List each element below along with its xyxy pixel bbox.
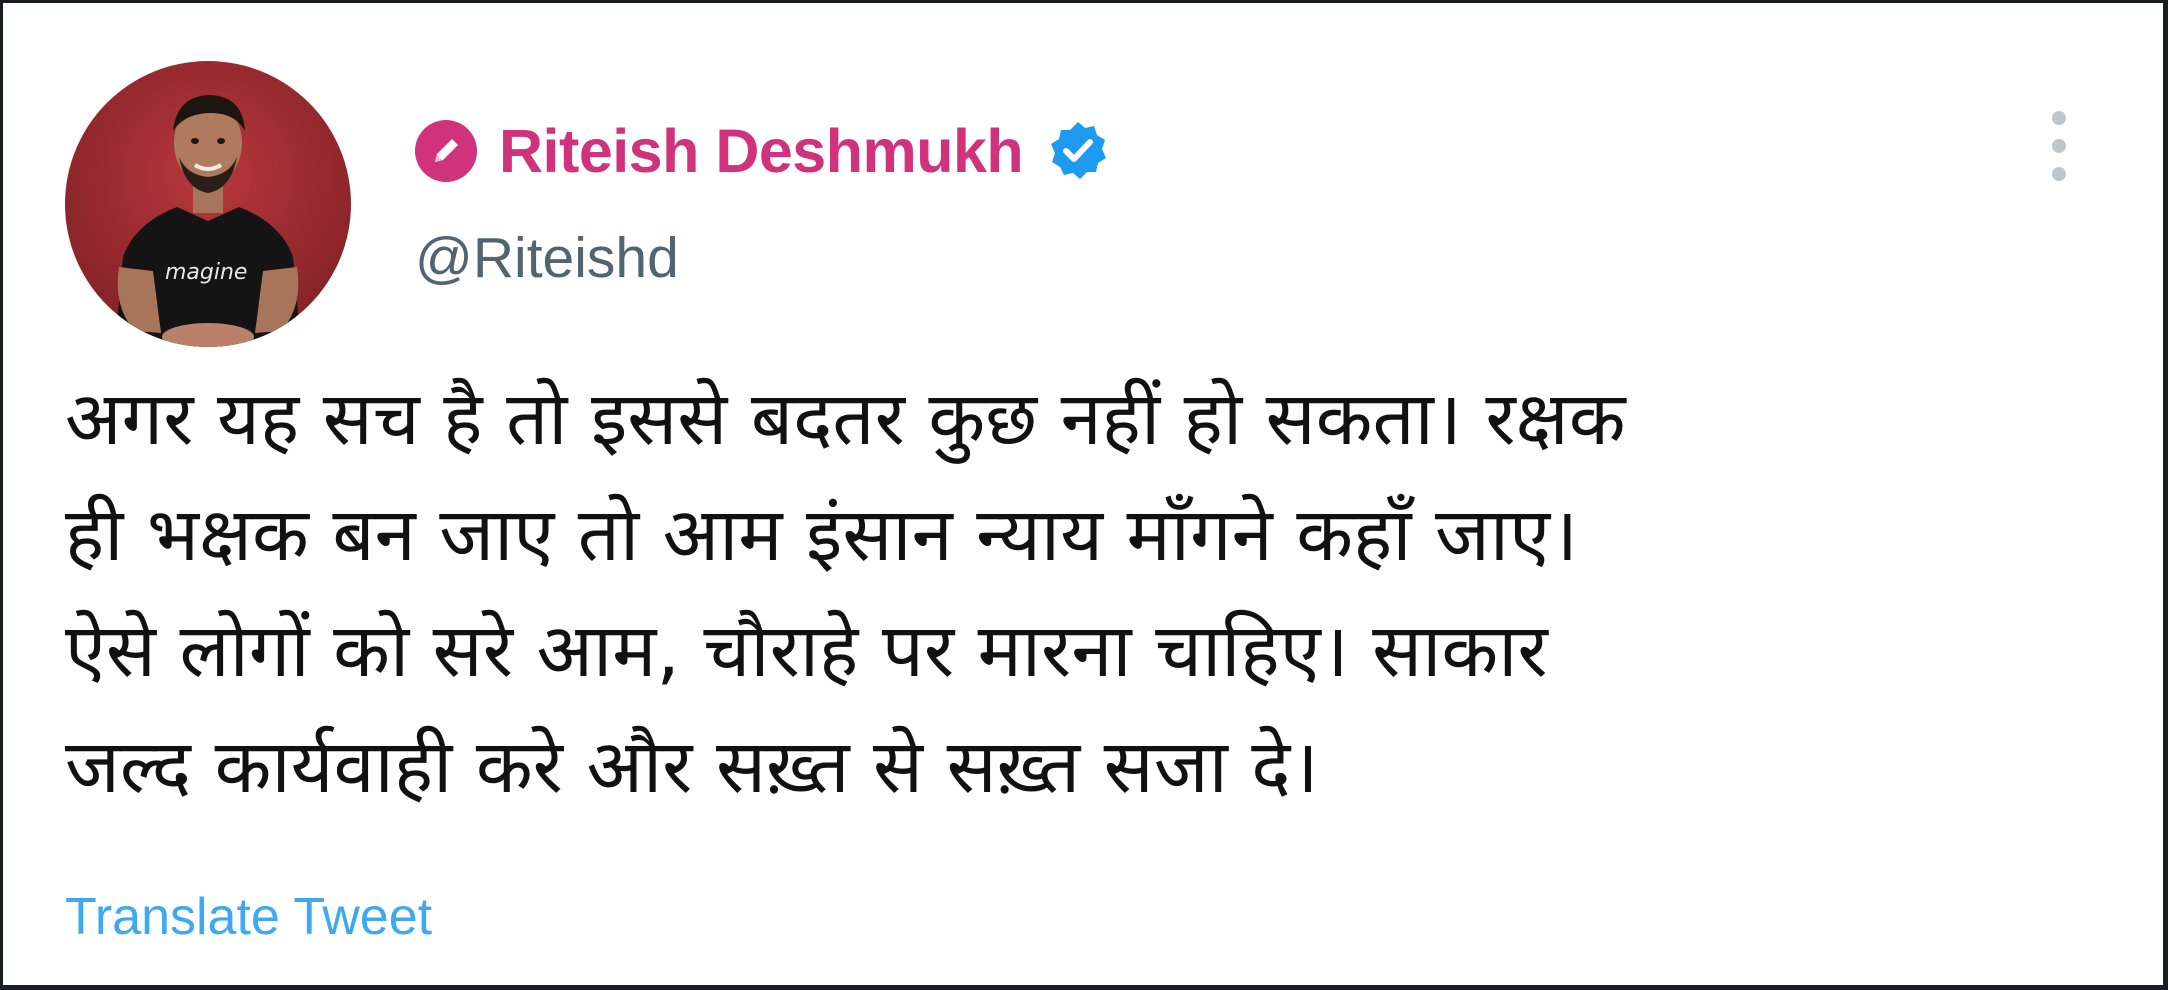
tweet-text-line: ऐसे लोगों को सरे आम, चौराहे पर मारना चाह…	[65, 608, 1548, 694]
tweet-text: अगर यह सच है तो इससे बदतर कुछ नहीं हो सक…	[65, 361, 2105, 825]
menu-dot	[2052, 167, 2066, 181]
avatar-shirt-text: magine	[165, 260, 247, 285]
menu-dot	[2052, 111, 2066, 125]
tweet-text-line: अगर यह सच है तो इससे बदतर कुछ नहीं हो सक…	[65, 376, 1626, 462]
verified-badge-icon	[1047, 120, 1109, 182]
pencil-badge-icon	[415, 120, 477, 182]
tweet-text-line: जल्द कार्यवाही करे और सख़्त से सख़्त सजा…	[65, 724, 1319, 810]
more-options-icon[interactable]	[2039, 111, 2079, 181]
author-name-row: Riteish Deshmukh	[415, 111, 1109, 191]
tweet-card: magine Riteish Deshmukh @Riteishd अगर यह…	[3, 3, 2163, 985]
author-avatar[interactable]: magine	[65, 61, 351, 347]
menu-dot	[2052, 139, 2066, 153]
tweet-text-line: ही भक्षक बन जाए तो आम इंसान न्याय माँगने…	[65, 492, 1579, 578]
translate-tweet-link[interactable]: Translate Tweet	[65, 887, 432, 947]
author-display-name[interactable]: Riteish Deshmukh	[499, 116, 1024, 186]
author-handle[interactable]: @Riteishd	[415, 225, 679, 291]
avatar-image: magine	[65, 61, 351, 347]
